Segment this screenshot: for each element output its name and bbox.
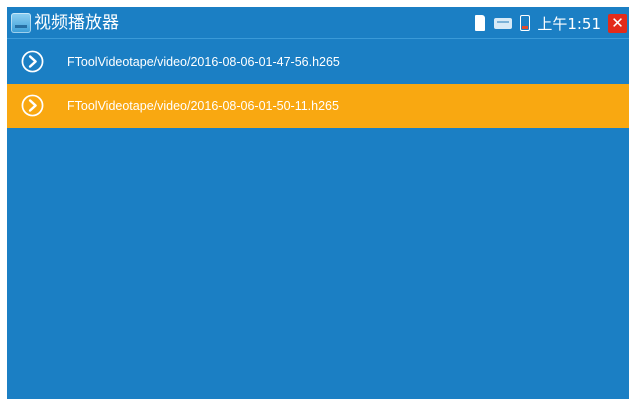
play-icon[interactable] [21, 50, 44, 73]
app-title: 视频播放器 [34, 13, 119, 33]
video-player-screen: 视频播放器 上午1:51 ✕ FToolVideotape/video/2016… [7, 7, 629, 399]
file-name: FToolVideotape/video/2016-08-06-01-47-56… [67, 55, 340, 69]
title-bar: 视频播放器 上午1:51 ✕ [7, 7, 629, 39]
sd-card-icon [475, 15, 486, 31]
close-button[interactable]: ✕ [608, 13, 627, 33]
file-row-selected[interactable]: FToolVideotape/video/2016-08-06-01-50-11… [7, 84, 629, 128]
clock: 上午1:51 [537, 14, 601, 33]
file-name: FToolVideotape/video/2016-08-06-01-50-11… [67, 99, 339, 113]
status-area: 上午1:51 ✕ [475, 12, 627, 34]
file-list: FToolVideotape/video/2016-08-06-01-47-56… [7, 39, 629, 128]
lan-icon [494, 17, 513, 29]
file-row[interactable]: FToolVideotape/video/2016-08-06-01-47-56… [7, 39, 629, 84]
video-player-app-icon [11, 13, 31, 33]
play-icon[interactable] [21, 94, 44, 117]
battery-icon [520, 15, 531, 31]
